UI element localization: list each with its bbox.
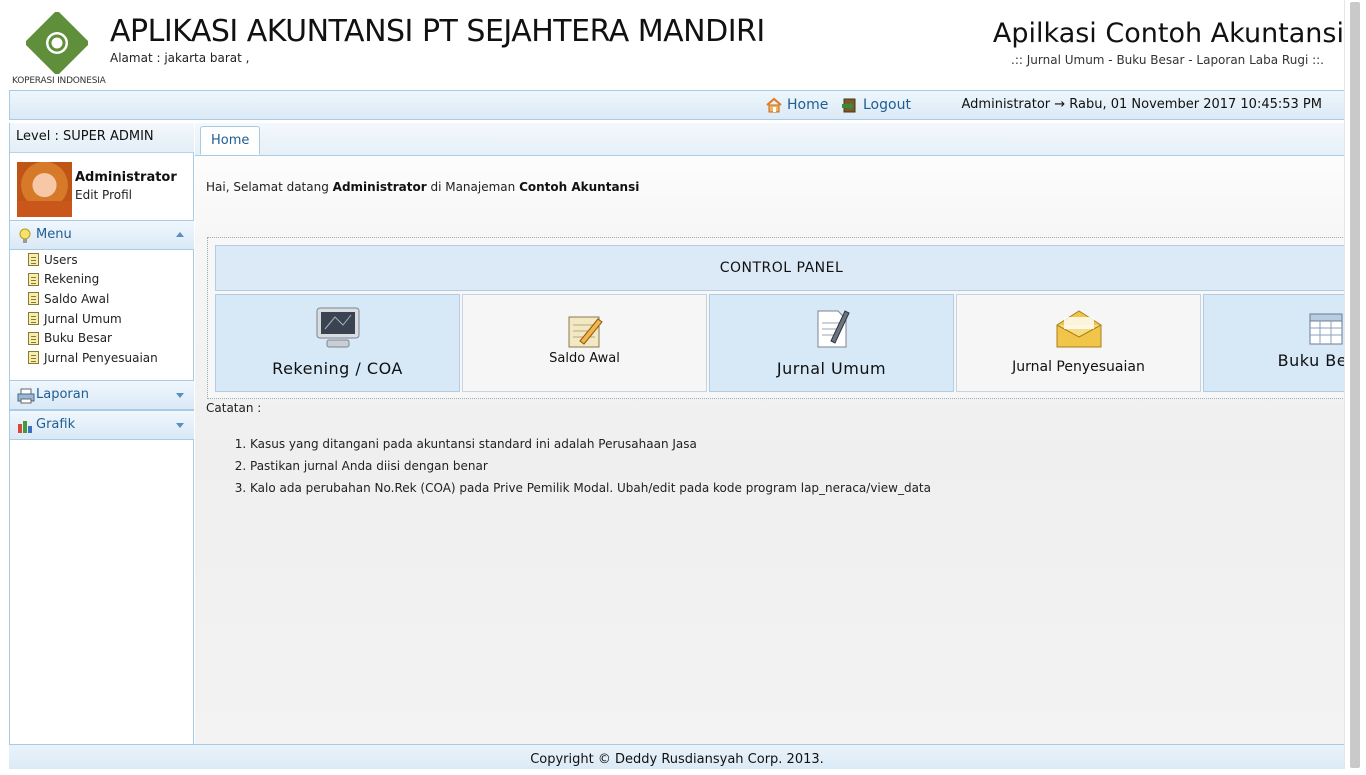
user-level: Level : SUPER ADMIN <box>10 123 194 153</box>
menu-header-label: Menu <box>36 227 72 242</box>
welcome-app: Contoh Akuntansi <box>519 180 640 194</box>
company-address: Alamat : jakarta barat , <box>110 51 250 65</box>
document-icon <box>28 253 39 267</box>
bar-chart-icon <box>17 418 33 434</box>
document-icon <box>28 351 39 365</box>
lightbulb-icon <box>17 228 33 244</box>
tile-rekening-coa[interactable]: Rekening / COA <box>215 294 460 392</box>
tile-label: Rekening / COA <box>272 359 403 378</box>
menu-item-saldo-awal[interactable]: Saldo Awal <box>10 289 194 309</box>
welcome-message: Hai, Selamat datang Administrator di Man… <box>206 180 639 194</box>
menu-item-jurnal-penyesuaian[interactable]: Jurnal Penyesuaian <box>10 348 194 368</box>
tile-buku-besar[interactable]: Buku Besar <box>1203 294 1347 392</box>
menu-item-buku-besar[interactable]: Buku Besar <box>10 328 194 348</box>
logout-link-label: Logout <box>863 97 911 113</box>
menu-item-label: Jurnal Umum <box>44 311 122 326</box>
home-link-label: Home <box>787 97 829 113</box>
control-panel: CONTROL PANEL Rekening / COA Saldo Awal … <box>207 237 1347 399</box>
document-icon <box>28 331 39 345</box>
control-panel-title: CONTROL PANEL <box>215 245 1347 291</box>
brand-subtitle: .:: Jurnal Umum - Buku Besar - Laporan L… <box>1011 53 1324 67</box>
note-item: Kalo ada perubahan No.Rek (COA) pada Pri… <box>250 477 931 499</box>
printer-icon <box>17 388 35 404</box>
notes-list: Kasus yang ditangani pada akuntansi stan… <box>225 433 931 499</box>
scrollbar-thumb[interactable] <box>1350 2 1360 768</box>
top-nav-bar: Home Logout Administrator → Rabu, 01 Nov… <box>9 90 1345 120</box>
note-item: Kasus yang ditangani pada akuntansi stan… <box>250 433 931 455</box>
tab-strip: Home <box>195 123 1345 156</box>
menu-item-label: Rekening <box>44 272 100 287</box>
monitor-icon <box>313 305 363 355</box>
grafik-accordion-header[interactable]: Grafik <box>10 410 194 440</box>
house-icon <box>765 97 783 113</box>
menu-item-users[interactable]: Users <box>10 250 194 270</box>
tile-label: Jurnal Penyesuaian <box>1012 359 1145 375</box>
document-icon <box>28 272 39 286</box>
menu-item-label: Users <box>44 252 78 267</box>
footer-copyright: Copyright © Deddy Rusdiansyah Corp. 2013… <box>9 744 1345 769</box>
grafik-header-label: Grafik <box>36 417 76 432</box>
spreadsheet-icon <box>1307 311 1345 351</box>
document-icon <box>28 312 39 326</box>
edit-profile-link[interactable]: Edit Profil <box>75 188 132 202</box>
app-title: APLIKASI AKUNTANSI PT SEJAHTERA MANDIRI <box>110 14 765 49</box>
chevron-down-icon <box>176 393 184 398</box>
tab-home[interactable]: Home <box>200 126 261 155</box>
menu-item-jurnal-umum[interactable]: Jurnal Umum <box>10 309 194 329</box>
main-content: Home Hai, Selamat datang Administrator d… <box>195 123 1347 745</box>
menu-item-label: Buku Besar <box>44 331 112 346</box>
menu-accordion-header[interactable]: Menu <box>10 220 194 250</box>
welcome-prefix: Hai, Selamat datang <box>206 180 329 194</box>
tile-jurnal-penyesuaian[interactable]: Jurnal Penyesuaian <box>956 294 1201 392</box>
notepad-pencil-icon <box>566 313 604 353</box>
menu-item-label: Saldo Awal <box>44 291 110 306</box>
profile-box: Administrator Edit Profil <box>10 154 194 221</box>
user-datetime: Administrator → Rabu, 01 November 2017 1… <box>961 97 1322 112</box>
koperasi-emblem-icon <box>26 12 88 74</box>
laporan-header-label: Laporan <box>36 387 89 402</box>
avatar <box>17 162 72 217</box>
chevron-up-icon <box>176 232 184 237</box>
tile-label: Saldo Awal <box>549 351 620 366</box>
catatan-label: Catatan : <box>206 401 262 415</box>
logout-link[interactable]: Logout <box>841 97 911 113</box>
logout-door-icon <box>841 97 859 113</box>
welcome-user: Administrator <box>332 180 427 194</box>
home-link[interactable]: Home <box>765 97 828 113</box>
chevron-down-icon <box>176 423 184 428</box>
note-item: Pastikan jurnal Anda diisi dengan benar <box>250 455 931 477</box>
document-icon <box>28 292 39 306</box>
menu-item-label: Jurnal Penyesuaian <box>44 350 158 365</box>
tile-label: Jurnal Umum <box>776 359 887 378</box>
profile-name: Administrator <box>75 170 177 185</box>
sidebar: Level : SUPER ADMIN Administrator Edit P… <box>9 123 194 745</box>
koperasi-logo: KOPERASI INDONESIA <box>10 10 106 88</box>
menu-list: Users Rekening Saldo Awal Jurnal Umum Bu… <box>10 250 194 368</box>
document-pen-icon <box>813 307 851 355</box>
envelope-icon <box>1054 307 1104 355</box>
laporan-accordion-header[interactable]: Laporan <box>10 380 194 410</box>
menu-item-rekening[interactable]: Rekening <box>10 270 194 290</box>
brand-title: Apilkasi Contoh Akuntansi <box>992 18 1344 49</box>
logo-caption: KOPERASI INDONESIA <box>12 76 106 86</box>
vertical-scrollbar[interactable] <box>1344 0 1366 768</box>
tile-jurnal-umum[interactable]: Jurnal Umum <box>709 294 954 392</box>
welcome-middle: di Manajeman <box>430 180 516 194</box>
tile-saldo-awal[interactable]: Saldo Awal <box>462 294 707 392</box>
tile-label: Buku Besar <box>1277 351 1347 370</box>
